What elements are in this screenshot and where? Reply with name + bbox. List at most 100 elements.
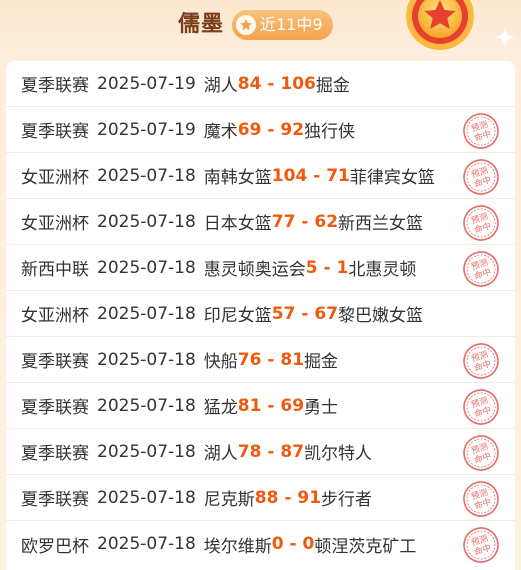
away-team: 步行者 — [321, 490, 373, 510]
star-icon — [236, 15, 256, 35]
match-date: 2025-07-18 — [97, 349, 196, 370]
home-team: 日本女篮 — [203, 214, 272, 234]
match-row[interactable]: 夏季联赛 2025-07-18 快船 76 - 81 掘金 预测 命中 — [6, 337, 515, 383]
away-team: 顿涅茨克矿工 — [314, 536, 417, 557]
league-name: 夏季联赛 — [21, 122, 89, 142]
away-score: 81 — [280, 349, 305, 370]
away-score: 91 — [297, 487, 322, 508]
match-date: 2025-07-19 — [97, 73, 196, 94]
match-date: 2025-07-18 — [97, 395, 196, 416]
prediction-hit-stamp-icon: 预测命中 — [463, 527, 499, 563]
prediction-hit-stamp-icon: 预测命中 — [463, 435, 499, 471]
away-score: 69 — [280, 395, 305, 416]
match-row[interactable]: 女亚洲杯 2025-07-18 印尼女篮 57 - 67 黎巴嫩女篮 — [6, 291, 515, 337]
prediction-hit-stamp-icon: 预测命中 — [463, 251, 499, 287]
hit-rate-label: 近11中9 — [260, 15, 323, 34]
away-score: 62 — [314, 211, 339, 232]
medal-icon — [406, 0, 474, 50]
author-name[interactable]: 儒墨 — [178, 8, 224, 42]
league-name: 新西中联 — [21, 260, 89, 280]
home-score: 76 — [237, 349, 262, 370]
home-team: 魔术 — [203, 122, 238, 142]
league-name: 夏季联赛 — [21, 398, 89, 418]
away-score: 106 — [280, 73, 316, 94]
home-team: 尼克斯 — [203, 490, 255, 510]
match-row[interactable]: 夏季联赛 2025-07-19 魔术 69 - 92 独行侠 预测 命中 — [6, 107, 515, 153]
league-name: 夏季联赛 — [21, 444, 89, 464]
prediction-hit-stamp-icon: 预测命中 — [463, 205, 499, 241]
match-date: 2025-07-18 — [97, 534, 196, 554]
away-score: 87 — [280, 441, 305, 462]
league-name: 女亚洲杯 — [21, 306, 89, 326]
home-score: 77 — [271, 211, 296, 232]
match-row[interactable]: 夏季联赛 2025-07-18 猛龙 81 - 69 勇士 预测 命中 — [6, 383, 515, 429]
prediction-hit-stamp-icon: 预测命中 — [463, 343, 499, 379]
match-row[interactable]: 女亚洲杯 2025-07-18 日本女篮 77 - 62 新西兰女篮 预测 命中 — [6, 199, 515, 245]
match-date: 2025-07-19 — [97, 119, 196, 140]
away-team: 黎巴嫩女篮 — [338, 306, 424, 326]
home-score: 81 — [237, 395, 262, 416]
home-team: 印尼女篮 — [203, 306, 272, 326]
prediction-hit-stamp-icon: 预测命中 — [463, 113, 499, 149]
match-date: 2025-07-18 — [97, 303, 196, 324]
home-score: 69 — [237, 119, 262, 140]
match-date: 2025-07-18 — [97, 211, 196, 232]
score-separator: - — [295, 303, 315, 324]
score-separator: - — [261, 441, 281, 462]
home-team: 猛龙 — [203, 398, 238, 418]
prediction-hit-stamp-icon: 预测命中 — [463, 389, 499, 425]
league-name: 女亚洲杯 — [21, 214, 89, 234]
match-date: 2025-07-18 — [97, 257, 196, 278]
prediction-hit-stamp-icon: 预测命中 — [463, 159, 499, 195]
home-team: 惠灵顿奥运会 — [203, 260, 306, 280]
score-separator: - — [283, 534, 303, 554]
match-row[interactable]: 女亚洲杯 2025-07-18 南韩女篮 104 - 71 菲律宾女篮 预测 命中 — [6, 153, 515, 199]
score-separator: - — [261, 395, 281, 416]
home-score: 88 — [254, 487, 279, 508]
header: 儒墨 近11中9 — [0, 0, 521, 56]
home-team: 湖人 — [203, 444, 238, 464]
score-separator: - — [261, 73, 281, 94]
home-score: 5 — [305, 257, 318, 278]
away-team: 新西兰女篮 — [338, 214, 424, 234]
league-name: 欧罗巴杯 — [21, 536, 89, 557]
match-row[interactable]: 夏季联赛 2025-07-18 湖人 78 - 87 凯尔特人 预测 命中 — [6, 429, 515, 475]
away-score: 67 — [314, 303, 339, 324]
score-separator: - — [307, 165, 327, 186]
match-row[interactable]: 夏季联赛 2025-07-19 湖人 84 - 106 掘金 — [6, 61, 515, 107]
home-team: 南韩女篮 — [203, 168, 272, 188]
away-team: 勇士 — [304, 398, 339, 418]
away-team: 菲律宾女篮 — [349, 168, 435, 188]
away-team: 掘金 — [304, 352, 339, 372]
home-score: 57 — [271, 303, 296, 324]
score-separator: - — [261, 119, 281, 140]
home-team: 埃尔维斯 — [203, 536, 272, 557]
score-separator: - — [295, 211, 315, 232]
prediction-hit-stamp-icon: 预测命中 — [463, 481, 499, 517]
home-team: 湖人 — [203, 76, 238, 96]
match-date: 2025-07-18 — [97, 487, 196, 508]
match-row[interactable]: 新西中联 2025-07-18 惠灵顿奥运会 5 - 1 北惠灵顿 预测 命中 — [6, 245, 515, 291]
score-separator: - — [317, 257, 337, 278]
home-score: 78 — [237, 441, 262, 462]
home-score: 0 — [271, 534, 284, 554]
match-date: 2025-07-18 — [97, 441, 196, 462]
league-name: 夏季联赛 — [21, 76, 89, 96]
home-score: 104 — [271, 165, 308, 186]
away-score: 0 — [302, 534, 315, 554]
sparkle-icon — [494, 26, 516, 48]
home-team: 快船 — [203, 352, 238, 372]
away-team: 掘金 — [315, 76, 350, 96]
away-score: 92 — [280, 119, 305, 140]
prediction-list: 夏季联赛 2025-07-19 湖人 84 - 106 掘金 夏季联赛 2025-07-19… — [6, 61, 515, 570]
away-score: 71 — [326, 165, 350, 186]
match-row[interactable]: 夏季联赛 2025-07-18 尼克斯 88 - 91 步行者 预测 命中 — [6, 475, 515, 521]
away-score: 1 — [336, 257, 349, 278]
score-separator: - — [278, 487, 298, 508]
away-team: 北惠灵顿 — [348, 260, 417, 280]
league-name: 夏季联赛 — [21, 490, 89, 510]
home-score: 84 — [237, 73, 262, 94]
hit-rate-badge: 近11中9 — [232, 10, 333, 40]
league-name: 女亚洲杯 — [21, 168, 89, 188]
match-row[interactable]: 欧罗巴杯 2025-07-18 埃尔维斯 0 - 0 顿涅茨克矿工 预测 命中 — [6, 521, 515, 567]
